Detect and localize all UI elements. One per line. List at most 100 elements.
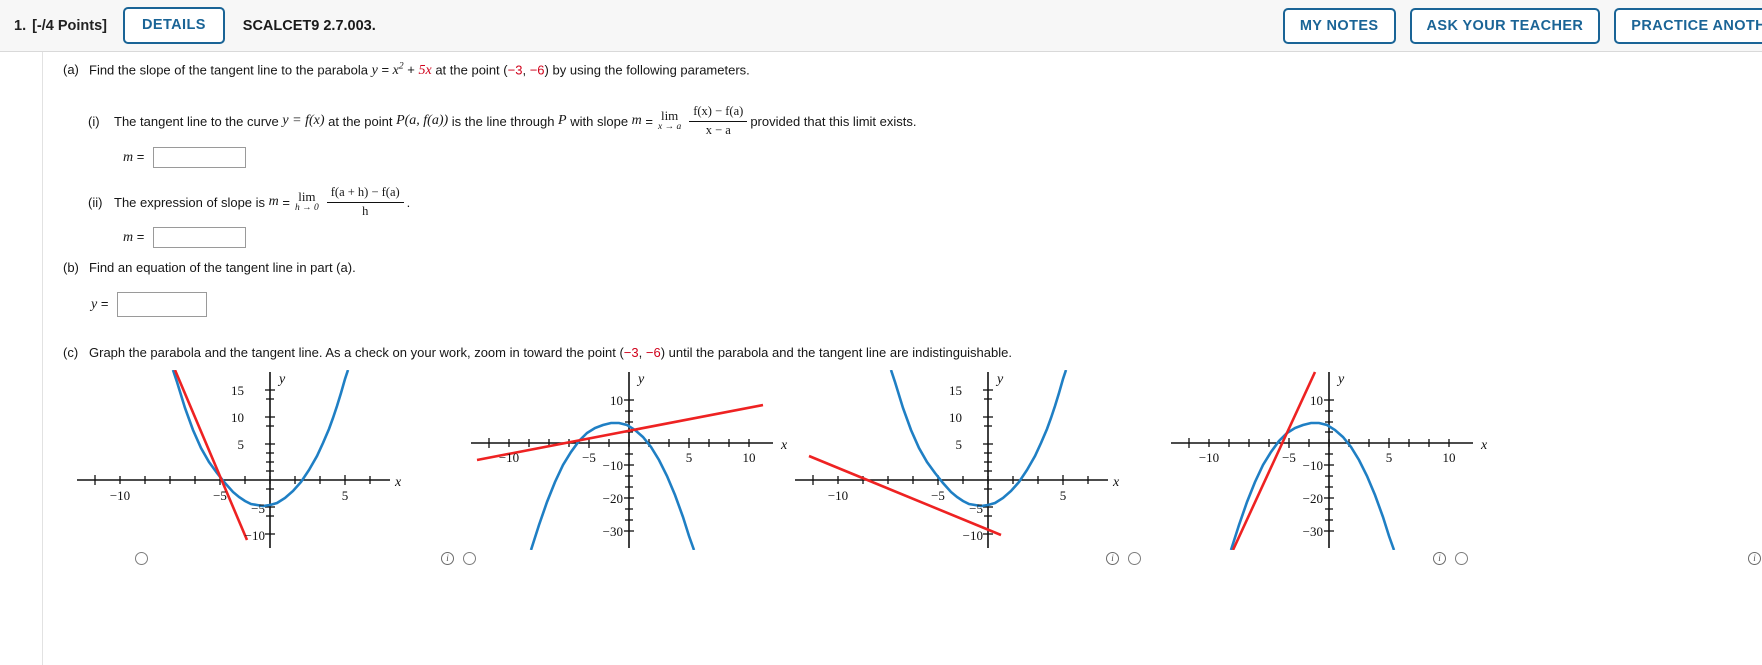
eq-y: y xyxy=(371,63,378,79)
details-button[interactable]: DETAILS xyxy=(123,7,225,44)
textbook-code: SCALCET9 2.7.003. xyxy=(242,17,376,34)
svg-text:x: x xyxy=(394,475,402,490)
sub-i-text-5: provided that this limit exists. xyxy=(750,113,917,129)
sub-ii-denominator: h xyxy=(362,203,369,218)
sub-i-lim-subscript: x → a xyxy=(658,122,682,133)
part-a-text-2: at the point xyxy=(435,62,500,78)
question-body: (a) Find the slope of the tangent line to… xyxy=(42,52,1762,665)
svg-text:y: y xyxy=(995,372,1004,387)
sub-ii-lim-subscript: h → 0 xyxy=(295,203,319,214)
sub-ii-equals: = xyxy=(282,194,290,210)
part-c-text-1: Graph the parabola and the tangent line.… xyxy=(89,345,616,360)
tangent-y-equals: = xyxy=(100,295,109,311)
graph-option-1-radio[interactable] xyxy=(135,552,148,566)
svg-text:−5: −5 xyxy=(213,488,227,503)
part-c-point-x: −3 xyxy=(623,345,639,360)
graph-option-3-plot: y x 15 10 5 −5 −10 −10 −5 5 xyxy=(795,369,1120,548)
sub-i-text-2: at the point xyxy=(328,113,393,129)
part-c-label: (c) xyxy=(63,345,79,360)
info-icon-1[interactable]: i xyxy=(441,552,454,566)
svg-text:15: 15 xyxy=(231,383,244,398)
sub-i-text-1: The tangent line to the curve xyxy=(114,113,279,129)
svg-text:5: 5 xyxy=(1386,450,1393,465)
graph-option-3[interactable]: y x 15 10 5 −5 −10 −10 −5 5 xyxy=(783,369,1163,555)
part-a-label: (a) xyxy=(63,62,79,78)
practice-another-button[interactable]: PRACTICE ANOTHER xyxy=(1614,7,1762,45)
sub-ii-fraction: f(a + h) − f(a) h xyxy=(326,185,404,219)
graph-option-1-plot: y x 15 10 5 −5 −10 −10 −5 5 xyxy=(77,369,402,548)
svg-text:y: y xyxy=(636,372,645,387)
part-c-point-y: −6 xyxy=(645,345,661,360)
graph-option-1[interactable]: y x 15 10 5 −5 −10 −10 −5 5 xyxy=(65,369,445,566)
sub-ii-period: . xyxy=(406,194,411,210)
sub-i-lim-text: lim xyxy=(660,108,679,124)
slope-input-i[interactable] xyxy=(152,147,246,168)
svg-text:−5: −5 xyxy=(931,488,945,503)
sub-i-p: P xyxy=(558,113,567,129)
part-c-text-2: until the parabola and the tangent line … xyxy=(668,345,1012,360)
sub-ii-numerator: f(a + h) − f(a) xyxy=(330,185,400,199)
svg-text:x: x xyxy=(1112,475,1120,490)
svg-text:15: 15 xyxy=(949,383,962,398)
sub-ii-text-1: The expression of slope is xyxy=(114,194,266,210)
eq-exponent: 2 xyxy=(398,62,404,72)
question-header-bar: 1. [-/4 Points] DETAILS SCALCET9 2.7.003… xyxy=(0,0,1762,52)
svg-text:5: 5 xyxy=(238,437,245,452)
svg-text:−10: −10 xyxy=(499,450,519,465)
part-a-sub-i: (i) The tangent line to the curve y = f(… xyxy=(88,104,917,138)
sub-ii-limit: lim h → 0 xyxy=(295,190,319,214)
svg-text:10: 10 xyxy=(743,450,756,465)
sub-i-answer-row: m = xyxy=(123,147,246,168)
sub-i-m-equals: = xyxy=(136,148,145,164)
sub-i-equals: = xyxy=(645,113,654,129)
eq-5x: 5x xyxy=(418,63,432,79)
svg-text:−10: −10 xyxy=(245,528,265,543)
eq-equals: = xyxy=(381,62,390,78)
sub-ii-lim-text: lim xyxy=(298,189,316,205)
part-a-equation: y = x2 + 5x xyxy=(371,62,436,79)
my-notes-button[interactable]: MY NOTES xyxy=(1282,7,1396,45)
sub-i-numerator: f(x) − f(a) xyxy=(693,104,744,118)
sub-ii-m: m xyxy=(268,194,279,210)
sub-i-m-label: m xyxy=(123,149,134,165)
part-b-text: Find an equation of the tangent line in … xyxy=(89,260,356,275)
part-b-label: (b) xyxy=(63,260,79,275)
part-c: (c) Graph the parabola and the tangent li… xyxy=(63,345,1012,360)
part-a-point: (−3, −6) xyxy=(503,62,549,77)
svg-text:5: 5 xyxy=(956,437,963,452)
svg-text:−5: −5 xyxy=(969,501,983,516)
slope-input-ii[interactable] xyxy=(152,227,246,248)
graph-option-4[interactable]: y x 10 −10 −20 −30 −10 −5 5 10 xyxy=(1163,370,1543,555)
svg-text:−5: −5 xyxy=(1282,450,1296,465)
header-actions: MY NOTES ASK YOUR TEACHER PRACTICE ANOTH… xyxy=(1282,0,1762,52)
ask-your-teacher-button[interactable]: ASK YOUR TEACHER xyxy=(1409,7,1601,45)
point-close-paren: ) xyxy=(544,62,549,78)
sub-i-text-4: with slope xyxy=(570,113,629,129)
graph-options-group: y x 15 10 5 −5 −10 −10 −5 5 i y x 10 −10… xyxy=(43,369,1762,566)
svg-text:y: y xyxy=(277,372,286,387)
sub-i-label: (i) xyxy=(88,113,100,129)
sub-i-limit: lim x → a xyxy=(658,109,681,133)
svg-text:5: 5 xyxy=(342,488,349,503)
svg-text:−5: −5 xyxy=(582,450,596,465)
svg-text:−20: −20 xyxy=(1303,491,1323,506)
point-comma: , xyxy=(522,62,527,78)
svg-text:−10: −10 xyxy=(603,458,623,473)
sub-i-m: m xyxy=(631,113,642,129)
sub-i-text-3: is the line through xyxy=(451,113,555,129)
svg-text:−10: −10 xyxy=(110,488,130,503)
svg-text:10: 10 xyxy=(1310,393,1323,408)
eq-plus: + xyxy=(407,62,415,78)
tangent-equation-input[interactable] xyxy=(117,292,208,317)
part-a-text-1: Find the slope of the tangent line to th… xyxy=(89,62,368,78)
svg-text:10: 10 xyxy=(949,410,962,425)
svg-text:10: 10 xyxy=(1443,450,1456,465)
info-icon-4[interactable]: i xyxy=(1748,552,1761,566)
sub-ii-m-equals: = xyxy=(136,228,145,244)
svg-text:y: y xyxy=(1336,372,1345,387)
svg-text:10: 10 xyxy=(231,410,244,425)
part-c-close-paren: ) xyxy=(660,345,666,360)
svg-text:−20: −20 xyxy=(603,491,623,506)
part-a-sub-ii: (ii) The expression of slope is m = lim … xyxy=(88,185,410,219)
tangent-y-label: y xyxy=(91,296,98,312)
